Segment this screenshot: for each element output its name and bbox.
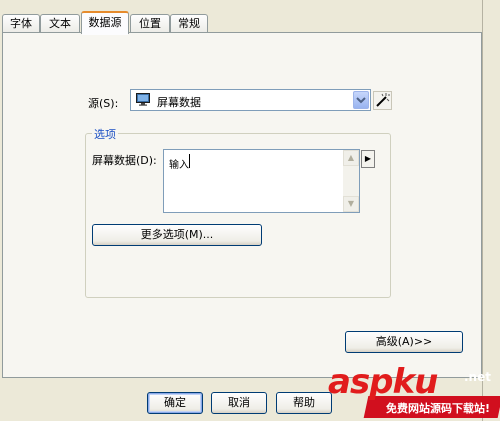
source-label: 源(S): [88,97,119,110]
screen-data-label: 屏幕数据(D): [92,154,157,167]
source-combobox[interactable]: 屏幕数据 [130,89,371,111]
tab-data-source[interactable]: 数据源 [81,11,129,35]
source-selected-value: 屏幕数据 [157,96,201,109]
watermark: aspku .net 免费网站源码下载站! [328,362,500,421]
ok-button[interactable]: 确定 [147,392,203,414]
watermark-tagline: 免费网站源码下载站! [386,402,491,415]
monitor-icon [136,93,150,106]
screen-data-value: 输入 [169,160,189,171]
text-caret [189,154,190,168]
advanced-button[interactable]: 高级(A)>> [345,331,463,353]
chevron-right-icon: ▶ [364,154,372,163]
more-options-button[interactable]: 更多选项(M)... [92,224,262,246]
watermark-logo: aspku [328,362,438,402]
insert-menu-button[interactable]: ▶ [361,150,375,168]
watermark-domain: .net [464,370,491,384]
scroll-up-icon[interactable]: ▲ [343,150,359,166]
window-right-edge [482,0,500,421]
help-button[interactable]: 帮助 [276,392,332,414]
screen-data-textarea[interactable]: 输入 ▲ ▼ [163,149,360,213]
magic-wand-icon[interactable] [373,91,392,110]
chevron-down-icon[interactable] [353,91,369,109]
cancel-button[interactable]: 取消 [211,392,267,414]
options-group-title: 选项 [92,126,118,142]
scroll-down-icon[interactable]: ▼ [343,196,359,212]
textarea-scrollbar[interactable]: ▲ ▼ [343,150,359,212]
